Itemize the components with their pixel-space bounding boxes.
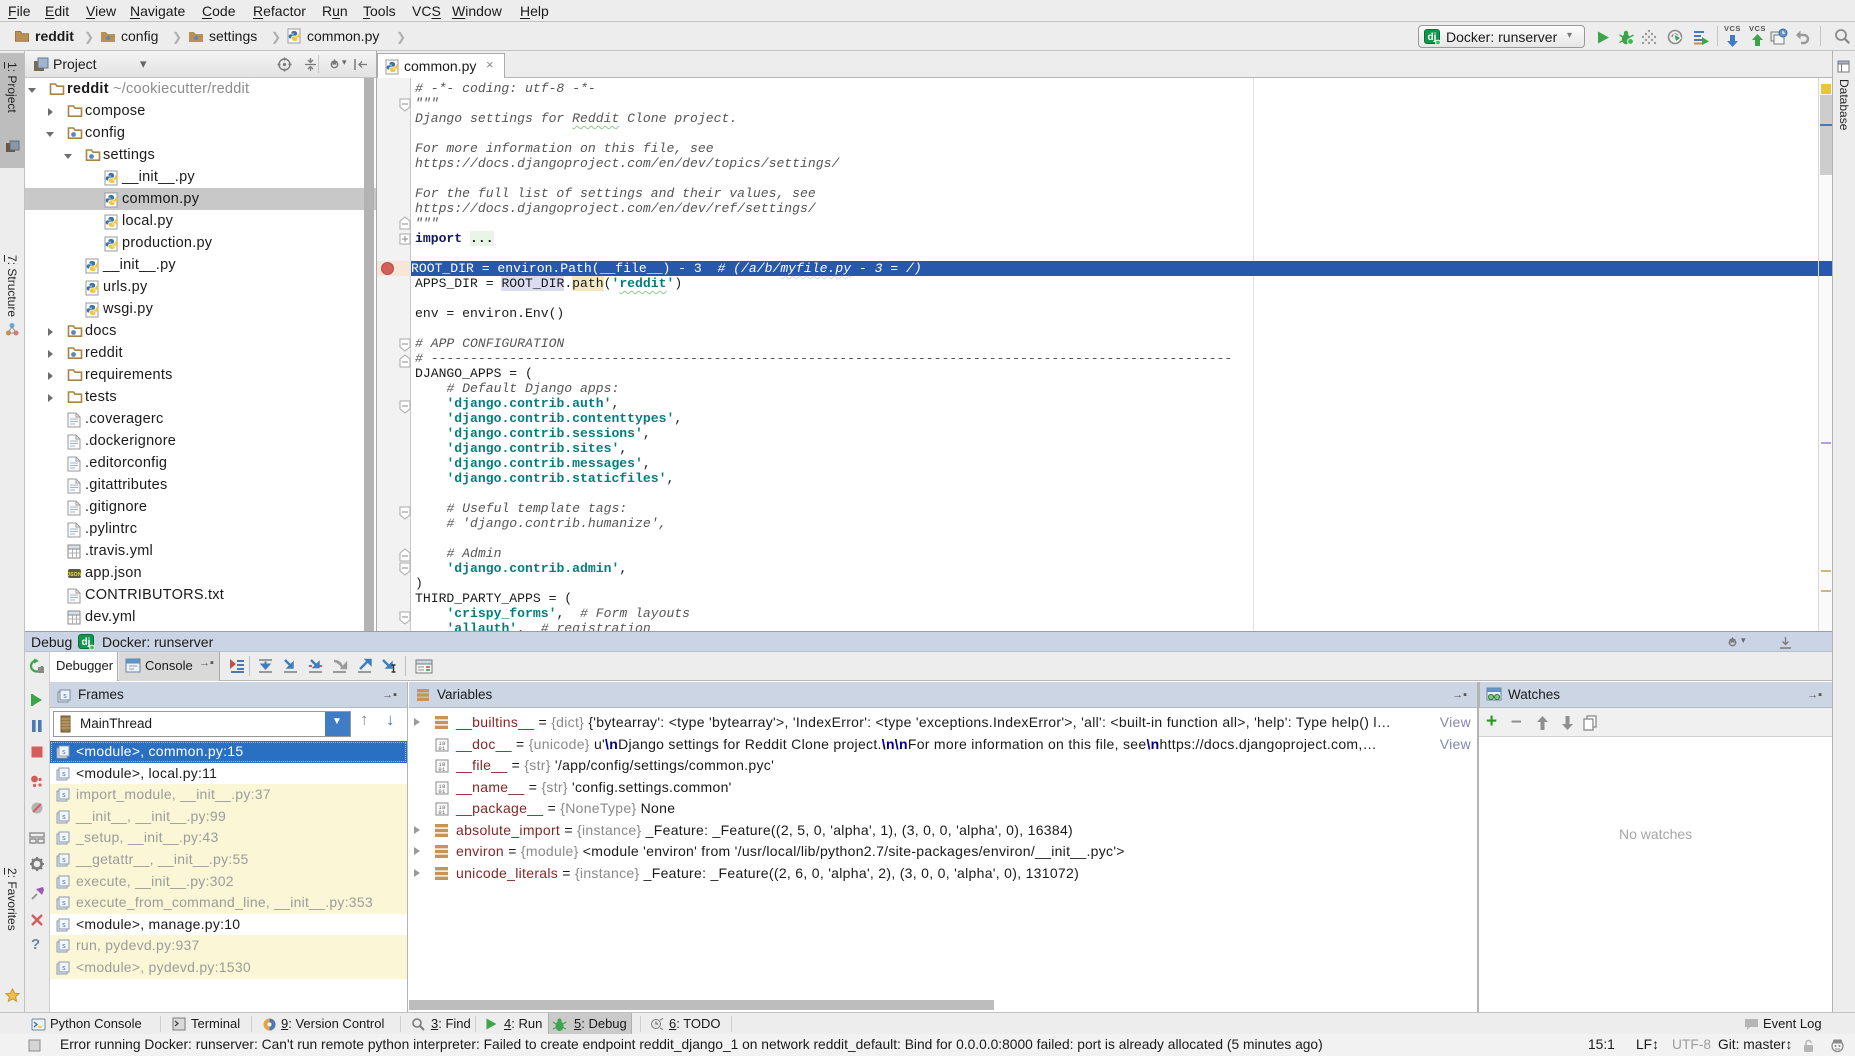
svg-text:dj: dj — [1428, 32, 1437, 43]
svg-text:s: s — [62, 814, 66, 822]
svg-text:s: s — [62, 965, 66, 973]
svg-text:s: s — [63, 693, 67, 701]
svg-text:01: 01 — [438, 809, 446, 816]
svg-text:01: 01 — [438, 788, 446, 795]
svg-text:s: s — [62, 771, 66, 779]
svg-text:01: 01 — [438, 766, 446, 773]
svg-text:s: s — [62, 749, 66, 757]
svg-text:01: 01 — [438, 745, 446, 752]
svg-text:s: s — [62, 943, 66, 951]
svg-text:dj: dj — [82, 637, 91, 648]
svg-text:s: s — [62, 792, 66, 800]
svg-text:s: s — [62, 922, 66, 930]
svg-text:s: s — [62, 835, 66, 843]
svg-text:s: s — [62, 879, 66, 887]
svg-text:s: s — [62, 857, 66, 865]
svg-text:JSON: JSON — [67, 572, 82, 578]
svg-text:s: s — [62, 900, 66, 908]
